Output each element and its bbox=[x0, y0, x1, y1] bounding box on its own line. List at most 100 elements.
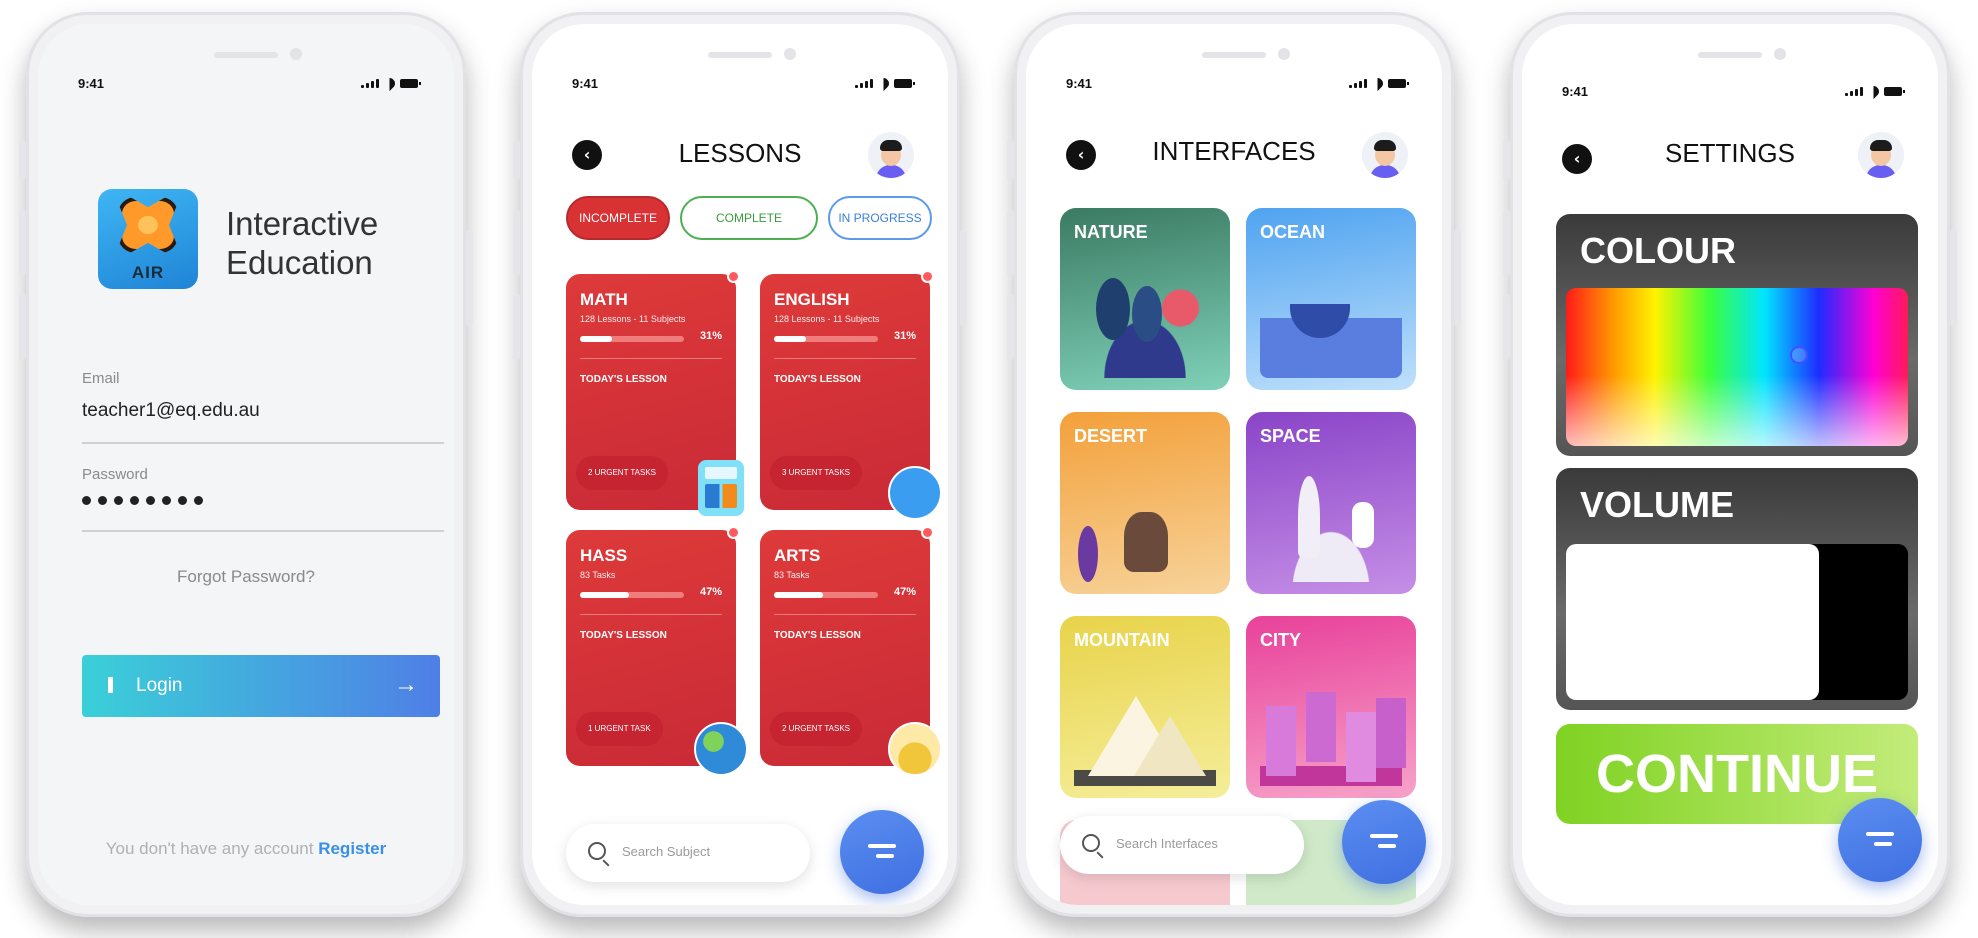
lessons-screen: 9:41 ‹ LESSONS INCOMPLETE COMPLETE IN PR… bbox=[532, 24, 948, 905]
tile-label: NATURE bbox=[1074, 222, 1148, 242]
desert-illustration bbox=[1074, 482, 1216, 582]
interface-tile-city[interactable]: CITY bbox=[1246, 616, 1416, 798]
search-input[interactable]: Search Subject bbox=[566, 824, 810, 882]
progress-bar bbox=[580, 592, 684, 598]
interface-tile-desert[interactable]: DESERT bbox=[1060, 412, 1230, 594]
interface-tile-mountain[interactable]: MOUNTAIN bbox=[1060, 616, 1230, 798]
todays-lesson-label: TODAY'S LESSON bbox=[580, 374, 667, 385]
calculator-icon bbox=[698, 460, 744, 516]
colour-picker[interactable] bbox=[1566, 288, 1908, 446]
mountain-illustration bbox=[1074, 686, 1216, 786]
interface-tile-ocean[interactable]: OCEAN bbox=[1246, 208, 1416, 390]
progress-percent: 31% bbox=[893, 330, 916, 342]
lesson-card-english[interactable]: ENGLISH 128 Lessons - 11 Subjects 31% TO… bbox=[760, 270, 942, 520]
colour-label: COLOUR bbox=[1580, 230, 1736, 271]
status-bar: 9:41 bbox=[1562, 84, 1905, 104]
lesson-name: MATH bbox=[580, 290, 628, 309]
no-account-text: You don't have any account bbox=[105, 839, 319, 858]
arrow-right-icon: → bbox=[394, 671, 418, 698]
progress-percent: 31% bbox=[699, 330, 722, 342]
email-label: Email bbox=[82, 370, 120, 387]
ball-icon bbox=[888, 466, 942, 520]
urgent-tasks-button[interactable]: 2 URGENT TASKS bbox=[770, 712, 863, 746]
pencil-cup-icon bbox=[888, 722, 942, 776]
wifi-icon bbox=[877, 78, 890, 88]
search-placeholder: Search Interfaces bbox=[1116, 836, 1218, 851]
filter-fab-button[interactable] bbox=[840, 810, 924, 894]
login-bar-icon bbox=[108, 677, 113, 693]
urgent-tasks-button[interactable]: 1 URGENT TASK bbox=[576, 712, 663, 746]
lesson-card-hass[interactable]: HASS 83 Tasks 47% TODAY'S LESSON 1 URGEN… bbox=[566, 526, 748, 776]
lesson-card-arts[interactable]: ARTS 83 Tasks 47% TODAY'S LESSON 2 URGEN… bbox=[760, 526, 942, 776]
register-row: You don't have any account Register bbox=[38, 839, 454, 859]
interface-tile-nature[interactable]: NATURE bbox=[1060, 208, 1230, 390]
settings-screen: 9:41 ‹ SETTINGS COLOUR VOLUME CONTINUE bbox=[1522, 24, 1938, 905]
register-link[interactable]: Register bbox=[318, 839, 386, 858]
forgot-password-link[interactable]: Forgot Password? bbox=[38, 567, 454, 587]
app-showcase: 9:41 AIR Interactive Education Email tea… bbox=[0, 0, 1978, 938]
city-illustration bbox=[1260, 686, 1402, 786]
password-underline bbox=[82, 530, 444, 532]
avatar[interactable] bbox=[1858, 132, 1904, 178]
email-field[interactable]: teacher1@eq.edu.au bbox=[82, 400, 260, 422]
notification-dot bbox=[727, 526, 740, 539]
search-input[interactable]: Search Interfaces bbox=[1060, 816, 1304, 874]
avatar[interactable] bbox=[868, 132, 914, 178]
volume-panel: VOLUME bbox=[1556, 468, 1918, 710]
interfaces-screen: 9:41 ‹ INTERFACES NATURE OCEAN DESERT SP… bbox=[1026, 24, 1442, 905]
login-screen: 9:41 AIR Interactive Education Email tea… bbox=[38, 24, 454, 905]
filter-fab-button[interactable] bbox=[1838, 798, 1922, 882]
phone-settings: 9:41 ‹ SETTINGS COLOUR VOLUME CONTINUE bbox=[1503, 12, 1957, 917]
notification-dot bbox=[727, 270, 740, 283]
login-button-label: Login bbox=[136, 675, 183, 696]
battery-icon bbox=[1884, 87, 1905, 96]
progress-percent: 47% bbox=[893, 586, 916, 598]
tile-label: MOUNTAIN bbox=[1074, 630, 1170, 650]
app-logo: AIR bbox=[98, 189, 198, 289]
notification-dot bbox=[921, 526, 934, 539]
status-time: 9:41 bbox=[1562, 84, 1589, 99]
ocean-illustration bbox=[1260, 278, 1402, 378]
colour-panel: COLOUR bbox=[1556, 214, 1918, 456]
avatar[interactable] bbox=[1362, 132, 1408, 178]
urgent-tasks-button[interactable]: 2 URGENT TASKS bbox=[576, 456, 669, 490]
volume-slider[interactable] bbox=[1566, 544, 1908, 700]
password-field[interactable] bbox=[82, 496, 203, 505]
volume-label: VOLUME bbox=[1580, 484, 1735, 525]
email-underline bbox=[82, 442, 444, 444]
lesson-name: ENGLISH bbox=[774, 290, 850, 309]
wifi-icon bbox=[1371, 78, 1384, 88]
tile-label: SPACE bbox=[1260, 426, 1321, 446]
lesson-meta: 83 Tasks bbox=[580, 570, 616, 580]
filter-incomplete[interactable]: INCOMPLETE bbox=[566, 196, 670, 240]
tile-label: DESERT bbox=[1074, 426, 1148, 446]
lesson-card-math[interactable]: MATH 128 Lessons - 11 Subjects 31% TODAY… bbox=[566, 270, 744, 516]
todays-lesson-label: TODAY'S LESSON bbox=[774, 630, 861, 641]
signal-icon bbox=[1349, 78, 1367, 88]
search-icon bbox=[588, 842, 606, 860]
logo-text: AIR bbox=[131, 263, 165, 282]
urgent-tasks-button[interactable]: 3 URGENT TASKS bbox=[770, 456, 863, 490]
progress-bar bbox=[774, 592, 878, 598]
filter-in-progress[interactable]: IN PROGRESS bbox=[828, 196, 932, 240]
login-button[interactable]: Login → bbox=[82, 655, 440, 717]
lesson-name: HASS bbox=[580, 546, 628, 565]
colour-picker-handle[interactable] bbox=[1790, 346, 1808, 364]
app-name-line2: Education bbox=[226, 244, 373, 281]
wifi-icon bbox=[383, 78, 396, 88]
filter-complete[interactable]: COMPLETE bbox=[680, 196, 818, 240]
globe-icon bbox=[694, 722, 748, 776]
signal-icon bbox=[855, 78, 873, 88]
interface-tile-space[interactable]: SPACE bbox=[1246, 412, 1416, 594]
volume-fill bbox=[1566, 544, 1820, 700]
app-name: Interactive Education bbox=[226, 204, 378, 282]
signal-icon bbox=[1845, 86, 1863, 96]
tile-label: CITY bbox=[1260, 630, 1302, 650]
lesson-meta: 83 Tasks bbox=[774, 570, 810, 580]
todays-lesson-label: TODAY'S LESSON bbox=[774, 374, 861, 385]
filter-fab-button[interactable] bbox=[1342, 800, 1426, 884]
lesson-name: ARTS bbox=[774, 546, 821, 565]
battery-icon bbox=[400, 79, 421, 88]
space-illustration bbox=[1260, 476, 1402, 582]
app-name-line1: Interactive bbox=[226, 205, 379, 242]
